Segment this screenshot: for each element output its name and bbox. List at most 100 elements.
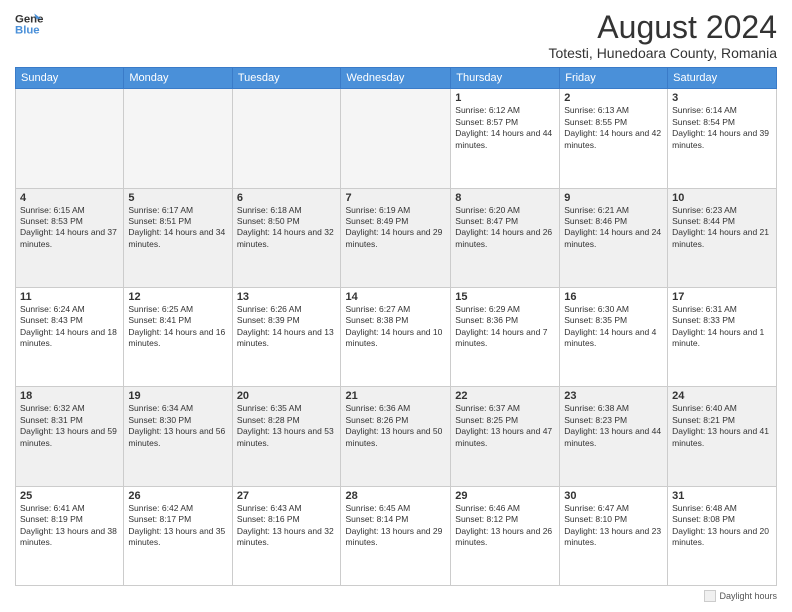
day-number: 12: [128, 291, 227, 303]
calendar-cell-1-3: [232, 89, 341, 188]
svg-text:Blue: Blue: [15, 25, 40, 37]
calendar-week-4: 18Sunrise: 6:32 AMSunset: 8:31 PMDayligh…: [16, 387, 777, 486]
calendar-cell-3-4: 14Sunrise: 6:27 AMSunset: 8:38 PMDayligh…: [341, 287, 451, 386]
day-info: Sunrise: 6:46 AMSunset: 8:12 PMDaylight:…: [455, 503, 555, 549]
legend-label: Daylight hours: [719, 591, 777, 601]
day-number: 2: [564, 92, 663, 104]
col-friday: Friday: [560, 68, 668, 89]
calendar-cell-2-7: 10Sunrise: 6:23 AMSunset: 8:44 PMDayligh…: [668, 188, 777, 287]
day-info: Sunrise: 6:27 AMSunset: 8:38 PMDaylight:…: [345, 304, 446, 350]
day-info: Sunrise: 6:48 AMSunset: 8:08 PMDaylight:…: [672, 503, 772, 549]
day-info: Sunrise: 6:30 AMSunset: 8:35 PMDaylight:…: [564, 304, 663, 350]
day-number: 16: [564, 291, 663, 303]
calendar-cell-1-7: 3Sunrise: 6:14 AMSunset: 8:54 PMDaylight…: [668, 89, 777, 188]
calendar-cell-2-1: 4Sunrise: 6:15 AMSunset: 8:53 PMDaylight…: [16, 188, 124, 287]
day-info: Sunrise: 6:18 AMSunset: 8:50 PMDaylight:…: [237, 205, 337, 251]
calendar-cell-3-3: 13Sunrise: 6:26 AMSunset: 8:39 PMDayligh…: [232, 287, 341, 386]
calendar-cell-1-4: [341, 89, 451, 188]
day-number: 30: [564, 490, 663, 502]
logo-icon: General Blue: [15, 10, 43, 38]
calendar-cell-5-5: 29Sunrise: 6:46 AMSunset: 8:12 PMDayligh…: [451, 486, 560, 585]
col-thursday: Thursday: [451, 68, 560, 89]
svg-text:General: General: [15, 13, 43, 25]
calendar-cell-4-1: 18Sunrise: 6:32 AMSunset: 8:31 PMDayligh…: [16, 387, 124, 486]
calendar-cell-1-5: 1Sunrise: 6:12 AMSunset: 8:57 PMDaylight…: [451, 89, 560, 188]
day-info: Sunrise: 6:38 AMSunset: 8:23 PMDaylight:…: [564, 403, 663, 449]
calendar-cell-3-6: 16Sunrise: 6:30 AMSunset: 8:35 PMDayligh…: [560, 287, 668, 386]
day-number: 9: [564, 192, 663, 204]
day-number: 5: [128, 192, 227, 204]
calendar-cell-3-5: 15Sunrise: 6:29 AMSunset: 8:36 PMDayligh…: [451, 287, 560, 386]
calendar-week-5: 25Sunrise: 6:41 AMSunset: 8:19 PMDayligh…: [16, 486, 777, 585]
calendar-cell-4-4: 21Sunrise: 6:36 AMSunset: 8:26 PMDayligh…: [341, 387, 451, 486]
calendar-cell-4-7: 24Sunrise: 6:40 AMSunset: 8:21 PMDayligh…: [668, 387, 777, 486]
day-info: Sunrise: 6:32 AMSunset: 8:31 PMDaylight:…: [20, 403, 119, 449]
day-number: 23: [564, 390, 663, 402]
calendar-cell-5-2: 26Sunrise: 6:42 AMSunset: 8:17 PMDayligh…: [124, 486, 232, 585]
calendar-table: Sunday Monday Tuesday Wednesday Thursday…: [15, 67, 777, 586]
day-number: 11: [20, 291, 119, 303]
page: General Blue August 2024 Totesti, Hunedo…: [0, 0, 792, 612]
legend-item: Daylight hours: [704, 590, 777, 602]
day-number: 24: [672, 390, 772, 402]
day-number: 15: [455, 291, 555, 303]
day-info: Sunrise: 6:21 AMSunset: 8:46 PMDaylight:…: [564, 205, 663, 251]
page-title: August 2024: [548, 10, 777, 45]
logo: General Blue: [15, 10, 43, 38]
title-block: August 2024 Totesti, Hunedoara County, R…: [548, 10, 777, 61]
day-info: Sunrise: 6:13 AMSunset: 8:55 PMDaylight:…: [564, 105, 663, 151]
calendar-week-3: 11Sunrise: 6:24 AMSunset: 8:43 PMDayligh…: [16, 287, 777, 386]
calendar-header-row: Sunday Monday Tuesday Wednesday Thursday…: [16, 68, 777, 89]
day-number: 28: [345, 490, 446, 502]
page-subtitle: Totesti, Hunedoara County, Romania: [548, 45, 777, 61]
day-number: 19: [128, 390, 227, 402]
day-info: Sunrise: 6:47 AMSunset: 8:10 PMDaylight:…: [564, 503, 663, 549]
day-number: 17: [672, 291, 772, 303]
col-wednesday: Wednesday: [341, 68, 451, 89]
day-info: Sunrise: 6:37 AMSunset: 8:25 PMDaylight:…: [455, 403, 555, 449]
day-number: 13: [237, 291, 337, 303]
day-number: 31: [672, 490, 772, 502]
day-info: Sunrise: 6:23 AMSunset: 8:44 PMDaylight:…: [672, 205, 772, 251]
calendar-cell-2-2: 5Sunrise: 6:17 AMSunset: 8:51 PMDaylight…: [124, 188, 232, 287]
legend-shaded-box: [704, 590, 716, 602]
calendar-cell-1-1: [16, 89, 124, 188]
calendar-cell-3-2: 12Sunrise: 6:25 AMSunset: 8:41 PMDayligh…: [124, 287, 232, 386]
day-info: Sunrise: 6:15 AMSunset: 8:53 PMDaylight:…: [20, 205, 119, 251]
day-number: 27: [237, 490, 337, 502]
day-info: Sunrise: 6:29 AMSunset: 8:36 PMDaylight:…: [455, 304, 555, 350]
day-info: Sunrise: 6:14 AMSunset: 8:54 PMDaylight:…: [672, 105, 772, 151]
calendar-week-1: 1Sunrise: 6:12 AMSunset: 8:57 PMDaylight…: [16, 89, 777, 188]
day-number: 21: [345, 390, 446, 402]
calendar-cell-2-5: 8Sunrise: 6:20 AMSunset: 8:47 PMDaylight…: [451, 188, 560, 287]
day-number: 10: [672, 192, 772, 204]
day-number: 7: [345, 192, 446, 204]
footer: Daylight hours: [15, 586, 777, 602]
day-number: 14: [345, 291, 446, 303]
day-number: 1: [455, 92, 555, 104]
calendar-cell-4-5: 22Sunrise: 6:37 AMSunset: 8:25 PMDayligh…: [451, 387, 560, 486]
day-info: Sunrise: 6:40 AMSunset: 8:21 PMDaylight:…: [672, 403, 772, 449]
calendar-cell-4-3: 20Sunrise: 6:35 AMSunset: 8:28 PMDayligh…: [232, 387, 341, 486]
day-number: 26: [128, 490, 227, 502]
col-saturday: Saturday: [668, 68, 777, 89]
day-number: 18: [20, 390, 119, 402]
day-info: Sunrise: 6:12 AMSunset: 8:57 PMDaylight:…: [455, 105, 555, 151]
day-number: 6: [237, 192, 337, 204]
day-info: Sunrise: 6:43 AMSunset: 8:16 PMDaylight:…: [237, 503, 337, 549]
calendar-cell-3-1: 11Sunrise: 6:24 AMSunset: 8:43 PMDayligh…: [16, 287, 124, 386]
day-info: Sunrise: 6:41 AMSunset: 8:19 PMDaylight:…: [20, 503, 119, 549]
day-number: 22: [455, 390, 555, 402]
day-number: 4: [20, 192, 119, 204]
calendar-cell-3-7: 17Sunrise: 6:31 AMSunset: 8:33 PMDayligh…: [668, 287, 777, 386]
calendar-cell-2-3: 6Sunrise: 6:18 AMSunset: 8:50 PMDaylight…: [232, 188, 341, 287]
day-info: Sunrise: 6:19 AMSunset: 8:49 PMDaylight:…: [345, 205, 446, 251]
day-info: Sunrise: 6:17 AMSunset: 8:51 PMDaylight:…: [128, 205, 227, 251]
calendar-week-2: 4Sunrise: 6:15 AMSunset: 8:53 PMDaylight…: [16, 188, 777, 287]
calendar-cell-5-4: 28Sunrise: 6:45 AMSunset: 8:14 PMDayligh…: [341, 486, 451, 585]
calendar-cell-2-4: 7Sunrise: 6:19 AMSunset: 8:49 PMDaylight…: [341, 188, 451, 287]
day-info: Sunrise: 6:45 AMSunset: 8:14 PMDaylight:…: [345, 503, 446, 549]
day-info: Sunrise: 6:25 AMSunset: 8:41 PMDaylight:…: [128, 304, 227, 350]
day-number: 20: [237, 390, 337, 402]
day-number: 25: [20, 490, 119, 502]
